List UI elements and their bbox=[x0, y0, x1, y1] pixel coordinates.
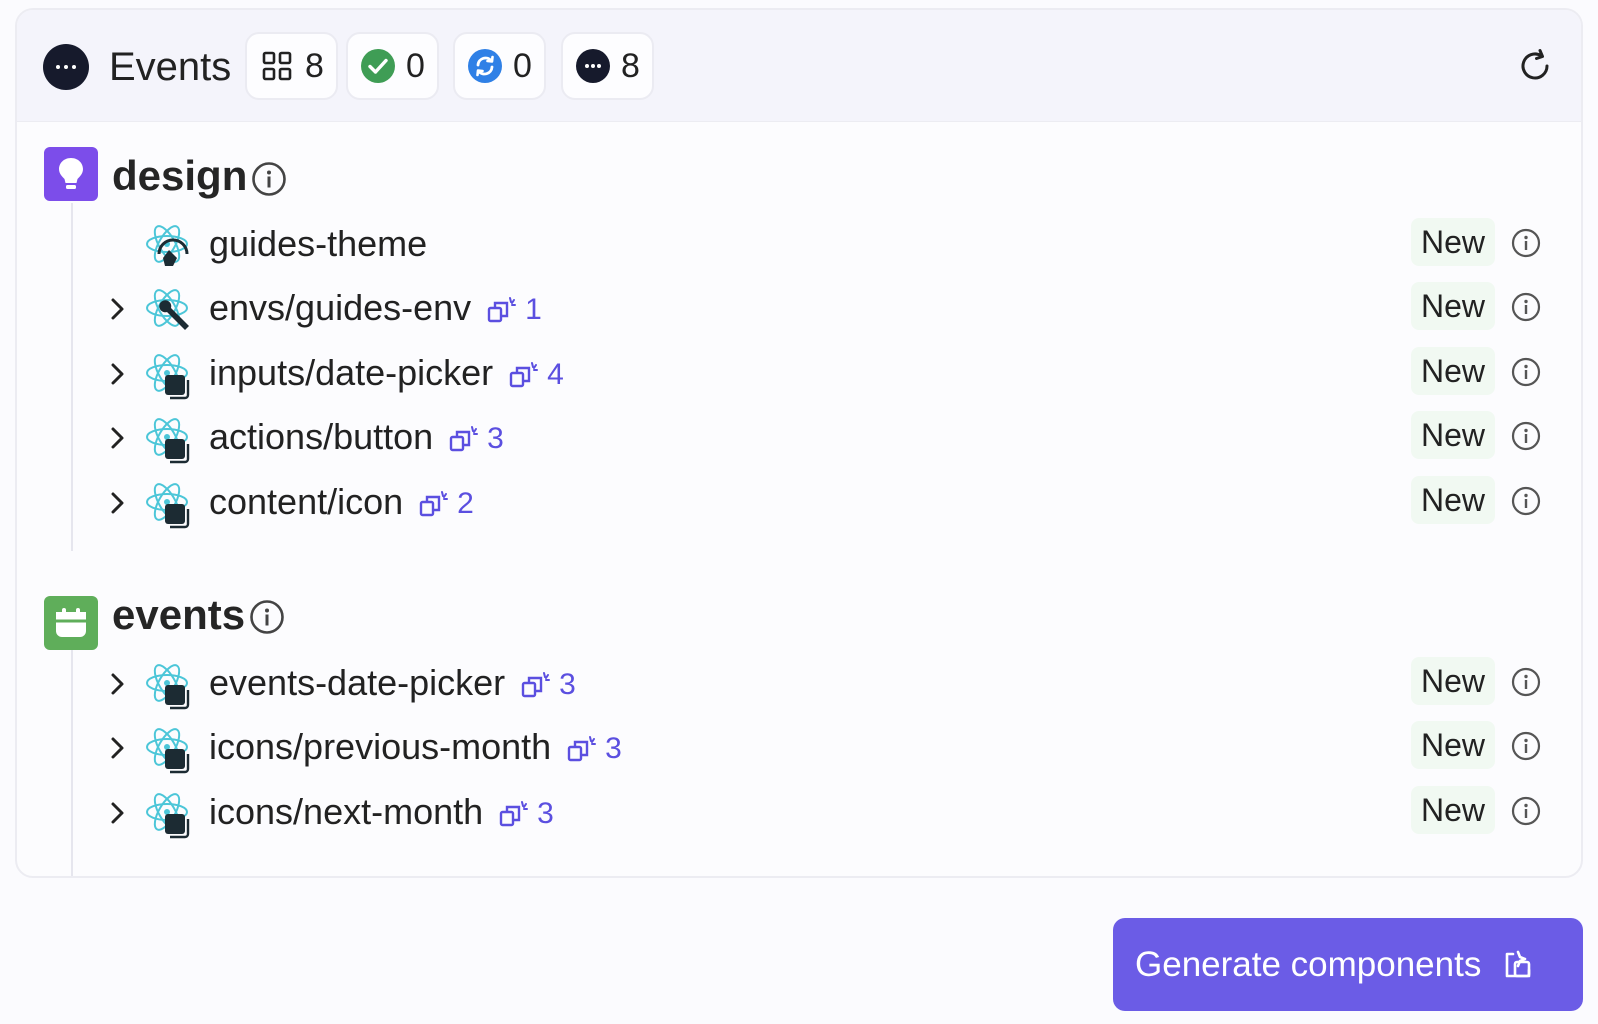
dependencies-icon bbox=[521, 672, 551, 698]
component-row[interactable]: content/icon 2 New bbox=[17, 476, 1581, 532]
dependencies[interactable]: 3 bbox=[449, 417, 504, 461]
dependencies[interactable]: 2 bbox=[419, 482, 474, 526]
total-count-pill[interactable]: 8 bbox=[245, 32, 338, 100]
chevron-right-icon[interactable] bbox=[109, 425, 127, 451]
react-component-icon bbox=[146, 793, 190, 839]
info-icon[interactable] bbox=[1511, 486, 1541, 516]
in-progress-count: 0 bbox=[513, 46, 532, 85]
component-name: icons/next-month bbox=[209, 791, 484, 832]
in-progress-count-pill[interactable]: 0 bbox=[453, 32, 546, 100]
calendar-icon bbox=[44, 596, 98, 650]
dependency-count: 3 bbox=[487, 422, 504, 456]
component-row[interactable]: inputs/date-picker 4 New bbox=[17, 347, 1581, 403]
dependencies-icon bbox=[499, 801, 529, 827]
info-icon[interactable] bbox=[1511, 421, 1541, 451]
dependency-count: 3 bbox=[559, 668, 576, 702]
react-theme-icon bbox=[146, 225, 189, 266]
pending-dots-icon bbox=[575, 48, 611, 84]
component-row[interactable]: actions/button 3 New bbox=[17, 411, 1581, 467]
info-icon[interactable] bbox=[1511, 731, 1541, 761]
chevron-right-icon[interactable] bbox=[109, 671, 127, 697]
component-name: events-date-picker bbox=[209, 662, 506, 703]
lightbulb-icon bbox=[44, 147, 98, 201]
dependencies[interactable]: 3 bbox=[521, 663, 576, 707]
react-env-icon bbox=[146, 289, 189, 330]
grid-icon bbox=[259, 48, 295, 84]
dependencies[interactable]: 3 bbox=[567, 727, 622, 771]
status-badge: New bbox=[1410, 786, 1495, 834]
react-component-icon bbox=[146, 354, 190, 400]
chevron-right-icon[interactable] bbox=[109, 735, 127, 761]
events-panel: Events 8 0 0 8 design guides-theme New e… bbox=[15, 8, 1583, 878]
completed-count-pill[interactable]: 0 bbox=[346, 32, 439, 100]
completed-count: 0 bbox=[406, 46, 425, 85]
dependency-count: 3 bbox=[537, 797, 554, 831]
react-component-icon bbox=[146, 664, 190, 710]
dependencies[interactable]: 3 bbox=[499, 792, 554, 836]
component-row[interactable]: guides-theme New bbox=[17, 218, 1581, 274]
dependencies-icon bbox=[487, 297, 517, 323]
page-title: Events bbox=[109, 45, 232, 89]
sync-circle-icon bbox=[467, 48, 503, 84]
info-icon[interactable] bbox=[1511, 796, 1541, 826]
dependencies-icon bbox=[567, 736, 597, 762]
pending-dots-icon bbox=[43, 44, 89, 90]
status-badge: New bbox=[1410, 218, 1495, 266]
react-component-icon bbox=[146, 418, 190, 464]
pending-count-pill[interactable]: 8 bbox=[561, 32, 654, 100]
dependencies-icon bbox=[419, 491, 449, 517]
generate-components-label: Generate components bbox=[1135, 944, 1482, 984]
info-icon[interactable] bbox=[1511, 357, 1541, 387]
component-name: content/icon bbox=[209, 481, 404, 522]
react-component-icon bbox=[146, 728, 190, 774]
dependencies[interactable]: 1 bbox=[487, 288, 542, 332]
status-badge: New bbox=[1410, 721, 1495, 769]
info-icon[interactable] bbox=[249, 599, 285, 635]
chevron-right-icon[interactable] bbox=[109, 296, 127, 322]
react-component-icon bbox=[146, 483, 190, 529]
panel-header: Events 8 0 0 8 bbox=[17, 10, 1581, 122]
status-badge: New bbox=[1410, 476, 1495, 524]
status-badge: New bbox=[1410, 411, 1495, 459]
pending-count: 8 bbox=[621, 46, 640, 85]
component-row[interactable]: envs/guides-env 1 New bbox=[17, 282, 1581, 338]
chevron-right-icon[interactable] bbox=[109, 800, 127, 826]
refresh-icon[interactable] bbox=[1517, 48, 1553, 84]
section-title-design: design bbox=[112, 152, 248, 199]
check-circle-icon bbox=[360, 48, 396, 84]
info-icon[interactable] bbox=[251, 161, 287, 197]
dependencies[interactable]: 4 bbox=[509, 353, 564, 397]
component-name: icons/previous-month bbox=[209, 726, 552, 767]
info-icon[interactable] bbox=[1511, 292, 1541, 322]
component-name: guides-theme bbox=[209, 223, 428, 264]
component-row[interactable]: events-date-picker 3 New bbox=[17, 657, 1581, 713]
status-badge: New bbox=[1410, 347, 1495, 395]
dependency-count: 3 bbox=[605, 732, 622, 766]
info-icon[interactable] bbox=[1511, 667, 1541, 697]
component-row[interactable]: icons/previous-month 3 New bbox=[17, 721, 1581, 777]
component-name: envs/guides-env bbox=[209, 287, 472, 328]
section-title-events: events bbox=[112, 591, 246, 638]
info-icon[interactable] bbox=[1511, 228, 1541, 258]
status-badge: New bbox=[1410, 657, 1495, 705]
dependency-count: 2 bbox=[457, 487, 474, 521]
component-name: actions/button bbox=[209, 416, 434, 457]
dependencies-icon bbox=[509, 362, 539, 388]
dependency-count: 1 bbox=[525, 293, 542, 327]
chevron-right-icon[interactable] bbox=[109, 490, 127, 516]
status-badge: New bbox=[1410, 282, 1495, 330]
dependencies-icon bbox=[449, 426, 479, 452]
total-count: 8 bbox=[305, 46, 324, 85]
component-name: inputs/date-picker bbox=[209, 352, 494, 393]
generate-components-button[interactable]: Generate components bbox=[1113, 918, 1583, 1011]
dependency-count: 4 bbox=[547, 358, 564, 392]
chevron-right-icon[interactable] bbox=[109, 361, 127, 387]
generate-icon bbox=[1506, 950, 1531, 977]
component-row[interactable]: icons/next-month 3 New bbox=[17, 786, 1581, 842]
